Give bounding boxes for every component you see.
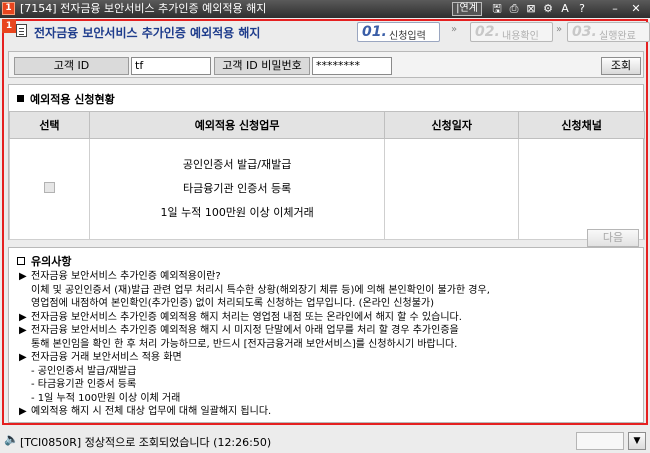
step-1-label: 신청입력: [389, 31, 426, 42]
section-title-text: 예외적용 신청현황: [30, 93, 115, 106]
main-frame: 1 전자금융 보안서비스 추가인증 예외적용 해지 01. 신청입력 » 02.…: [2, 19, 650, 425]
note-line: 이체 및 공인인증서 (재)발급 관련 업무 처리시 특수한 상황(해외장기 체…: [31, 284, 490, 297]
note-text: 이체 및 공인인증서 (재)발급 관련 업무 처리시 특수한 상황(해외장기 체…: [31, 284, 490, 296]
note-bullet-icon: ▶: [19, 325, 27, 336]
customer-id-input[interactable]: tf: [131, 57, 211, 75]
note-text: 통해 본인임을 확인 한 후 처리 가능하므로, 반드시 [전자금융거래 보안서…: [31, 338, 458, 350]
note-line: - 공인인증서 발급/재발급: [31, 365, 136, 378]
minimize-icon[interactable]: –: [608, 2, 622, 16]
status-table: 선택 예외적용 신청업무 신청일자 신청채널 공인인증서 발급/재발급 타금융기…: [9, 111, 645, 240]
status-bar: 🔈 [TCI0850R] 정상적으로 조회되었습니다 (12:26:50) ▼: [0, 429, 650, 453]
document-icon: [16, 24, 27, 37]
section-title: 예외적용 신청현황: [17, 91, 115, 107]
notes-title-text: 유의사항: [31, 255, 72, 268]
note-text: 전자금융 보안서비스 추가인증 예외적용 해지 처리는 영업점 내점 또는 온라…: [31, 311, 462, 323]
next-button[interactable]: 다음: [587, 229, 639, 247]
step-2-label: 내용확인: [502, 31, 539, 42]
status-field: [576, 432, 624, 450]
step-3: 03. 실행완료: [567, 22, 650, 42]
note-line: - 1일 누적 100만원 이상 이체 거래: [31, 392, 180, 405]
step-3-number: 03.: [572, 24, 597, 40]
note-text: 예외적용 해지 시 전체 대상 업무에 대해 일괄해지 됩니다.: [31, 406, 272, 417]
note-text: 영업점에 내점하여 본인확인(추가인증) 없이 처리되도록 신청하는 업무입니다…: [31, 298, 435, 309]
note-line: ▶ 전자금융 보안서비스 추가인증 예외적용이란?: [19, 270, 221, 283]
chevron-down-icon[interactable]: ▼: [628, 432, 646, 450]
step-1-number: 01.: [362, 24, 387, 40]
note-line: ▶ 전자금융 거래 보안서비스 적용 화면: [19, 351, 182, 364]
status-panel: 예외적용 신청현황 선택 예외적용 신청업무 신청일자 신청채널 공인인증서 발…: [8, 84, 645, 240]
note-line: 영업점에 내점하여 본인확인(추가인증) 없이 처리되도록 신청하는 업무입니다…: [31, 297, 434, 310]
step-separator-2: »: [556, 24, 562, 35]
note-line: 통해 본인임을 확인 한 후 처리 가능하므로, 반드시 [전자금융거래 보안서…: [31, 338, 457, 351]
close-box-icon[interactable]: ⊠: [524, 2, 538, 16]
save-icon[interactable]: 🖫: [490, 2, 504, 16]
settings-icon[interactable]: ⚙: [541, 2, 555, 16]
speaker-icon: 🔈: [4, 432, 19, 446]
link-button[interactable]: |연계: [452, 2, 482, 16]
window-badge: 1: [2, 2, 15, 15]
password-input[interactable]: ********: [312, 57, 392, 75]
column-header-task[interactable]: 예외적용 신청업무: [88, 111, 386, 139]
search-button[interactable]: 조회: [601, 57, 641, 75]
note-bullet-icon: ▶: [19, 406, 27, 417]
step-2-number: 02.: [475, 24, 500, 40]
note-line: ▶ 전자금융 보안서비스 추가인증 예외적용 해지 처리는 영업점 내점 또는 온…: [19, 311, 462, 324]
note-text: 전자금융 보안서비스 추가인증 예외적용 해지 시 미지정 단말에서 아래 업무…: [31, 325, 459, 336]
step-separator-1: »: [451, 24, 457, 35]
frame-badge: 1: [2, 19, 16, 33]
task-cell: 공인인증서 발급/재발급 타금융기관 인증서 등록 1일 누적 100만원 이상…: [88, 138, 386, 240]
search-panel: 고객 ID tf 고객 ID 비밀번호 ******** 조회: [8, 51, 644, 78]
step-2: 02. 내용확인: [470, 22, 553, 42]
note-bullet-icon: ▶: [19, 352, 27, 363]
row-checkbox[interactable]: [43, 182, 55, 193]
note-text: - 1일 누적 100만원 이상 이체 거래: [31, 392, 181, 404]
table-row: 공인인증서 발급/재발급 타금융기관 인증서 등록 1일 누적 100만원 이상…: [9, 138, 645, 240]
help-icon[interactable]: ?: [575, 2, 589, 16]
printer-icon[interactable]: ⎙: [507, 2, 521, 16]
password-label: 고객 ID 비밀번호: [214, 57, 310, 75]
note-line: ▶ 전자금융 보안서비스 추가인증 예외적용 해지 시 미지정 단말에서 아래 업…: [19, 324, 459, 337]
close-icon[interactable]: ✕: [629, 2, 643, 16]
table-header-row: 선택 예외적용 신청업무 신청일자 신청채널: [9, 111, 645, 139]
note-text: - 타금융기관 인증서 등록: [31, 379, 137, 390]
column-header-select[interactable]: 선택: [9, 111, 90, 139]
date-cell: [384, 138, 520, 240]
font-size-icon[interactable]: A: [558, 2, 572, 16]
note-text: - 공인인증서 발급/재발급: [31, 365, 137, 377]
column-header-date[interactable]: 신청일자: [384, 111, 520, 139]
notes-title: 유의사항: [17, 253, 71, 269]
note-text: 전자금융 거래 보안서비스 적용 화면: [31, 352, 182, 363]
note-line: ▶ 예외적용 해지 시 전체 대상 업무에 대해 일괄해지 됩니다.: [19, 405, 271, 418]
checkbox-square-icon: [17, 257, 25, 265]
column-header-channel[interactable]: 신청채널: [518, 111, 645, 139]
step-3-label: 실행완료: [599, 31, 636, 42]
notes-panel: 유의사항 ▶ 전자금융 보안서비스 추가인증 예외적용이란? 이체 및 공인인증서 …: [8, 247, 644, 423]
note-line: - 타금융기관 인증서 등록: [31, 378, 136, 391]
page-title: 전자금융 보안서비스 추가인증 예외적용 해지: [34, 26, 261, 40]
note-text: 전자금융 보안서비스 추가인증 예외적용이란?: [31, 271, 221, 282]
customer-id-label: 고객 ID: [14, 57, 129, 75]
note-bullet-icon: ▶: [19, 311, 27, 323]
step-1: 01. 신청입력: [357, 22, 440, 42]
task-item: 공인인증서 발급/재발급: [182, 158, 292, 171]
square-bullet-icon: [17, 95, 24, 102]
title-bar: 1 [7154] 전자금융 보안서비스 추가인증 예외적용 해지 |연계 🖫 ⎙…: [0, 0, 650, 18]
window-title: [7154] 전자금융 보안서비스 추가인증 예외적용 해지: [20, 2, 267, 15]
task-item: 타금융기관 인증서 등록: [183, 182, 292, 195]
status-message: [TCI0850R] 정상적으로 조회되었습니다 (12:26:50): [20, 436, 272, 449]
channel-cell: [518, 138, 645, 240]
select-cell: [9, 138, 90, 240]
note-bullet-icon: ▶: [19, 271, 27, 282]
task-item: 1일 누적 100만원 이상 이체거래: [160, 206, 314, 219]
